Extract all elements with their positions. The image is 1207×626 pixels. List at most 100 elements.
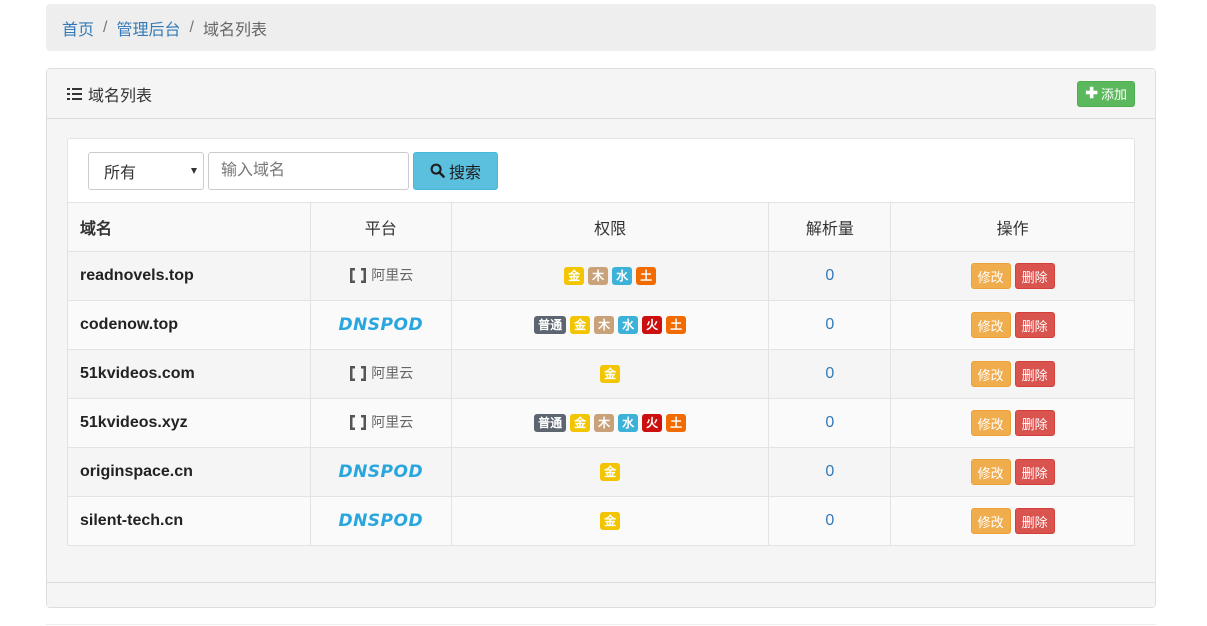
permissions-cell: 金 — [450, 496, 770, 546]
header-domain: 域名 — [67, 202, 311, 252]
permission-badge: 水 — [618, 414, 639, 432]
platform-cell: DNSPOD — [309, 496, 452, 546]
breadcrumb-separator: / — [189, 18, 194, 36]
domain-cell: silent-tech.cn — [67, 496, 311, 546]
table-row: silent-tech.cn DNSPOD 金 0 修改 删除 — [67, 496, 1135, 546]
domain-cell: 51kvideos.xyz — [67, 398, 311, 448]
delete-button[interactable]: 删除 — [1014, 263, 1055, 289]
resolve-count-cell: 0 — [768, 398, 892, 448]
actions-cell: 修改 删除 — [890, 300, 1135, 350]
dnspod-logo: DNSPOD — [338, 462, 424, 482]
row-actions: 修改 删除 — [970, 312, 1055, 338]
platform-cell: 阿里云 — [309, 398, 452, 448]
edit-button[interactable]: 修改 — [970, 361, 1011, 387]
resolve-count-cell: 0 — [768, 251, 892, 301]
edit-button[interactable]: 修改 — [970, 263, 1011, 289]
domain-list-panel: 域名列表 ✚ 添加 所有 搜索 域名 平台 权限 — [46, 68, 1156, 608]
permissions-cell: 普通金木水火土 — [450, 398, 770, 448]
permission-badges: 金 — [600, 365, 621, 383]
resolve-count: 0 — [825, 365, 835, 382]
row-actions: 修改 删除 — [970, 459, 1055, 485]
add-domain-button[interactable]: ✚ 添加 — [1077, 80, 1135, 107]
aliyun-bracket-icon — [350, 414, 367, 430]
table-row: 51kvideos.xyz 阿里云 普通金木水火土 0 修改 删除 — [67, 398, 1135, 448]
edit-button[interactable]: 修改 — [970, 459, 1011, 485]
delete-button[interactable]: 删除 — [1014, 361, 1055, 387]
breadcrumb-current: 域名列表 — [202, 21, 267, 39]
permissions-cell: 金 — [450, 447, 770, 497]
resolve-count-cell: 0 — [768, 349, 892, 399]
resolve-count: 0 — [825, 414, 835, 431]
permission-badge: 木 — [594, 316, 615, 334]
header-actions: 操作 — [890, 202, 1135, 252]
permission-badge: 金 — [600, 512, 621, 530]
table-row: codenow.top DNSPOD 普通金木水火土 0 修改 删除 — [67, 300, 1135, 350]
breadcrumb-home-link[interactable]: 首页 — [62, 16, 94, 40]
permission-badge: 金 — [600, 463, 621, 481]
permissions-cell: 金 — [450, 349, 770, 399]
plus-icon: ✚ — [1085, 85, 1098, 102]
permission-badge: 土 — [636, 267, 657, 285]
table-row: originspace.cn DNSPOD 金 0 修改 删除 — [67, 447, 1135, 497]
domain-search-input[interactable] — [208, 151, 409, 190]
header-platform: 平台 — [309, 202, 452, 252]
permission-badge: 木 — [594, 414, 615, 432]
resolve-count-cell: 0 — [768, 447, 892, 497]
table-header-row: 域名 平台 权限 解析量 操作 — [67, 202, 1135, 252]
panel-title-text: 域名列表 — [88, 87, 153, 105]
panel-body: 所有 搜索 域名 平台 权限 解析量 操作 readnovels.top — [67, 138, 1135, 546]
permission-badge: 木 — [588, 267, 609, 285]
breadcrumb-separator: / — [103, 18, 108, 36]
resolve-count: 0 — [825, 463, 835, 480]
permission-badge: 火 — [642, 316, 663, 334]
delete-button[interactable]: 删除 — [1014, 459, 1055, 485]
actions-cell: 修改 删除 — [890, 496, 1135, 546]
table-row: readnovels.top 阿里云 金木水土 0 修改 删除 — [67, 251, 1135, 301]
add-button-label: 添加 — [1100, 87, 1127, 102]
platform-name: 阿里云 — [371, 267, 414, 284]
edit-button[interactable]: 修改 — [970, 410, 1011, 436]
breadcrumb: 首页 / 管理后台 / 域名列表 — [46, 4, 1156, 51]
domain-cell: codenow.top — [67, 300, 311, 350]
permission-badge: 金 — [600, 365, 621, 383]
table-row: 51kvideos.com 阿里云 金 0 修改 删除 — [67, 349, 1135, 399]
permission-badges: 金木水土 — [564, 267, 657, 285]
delete-button[interactable]: 删除 — [1014, 410, 1055, 436]
platform-cell: 阿里云 — [309, 251, 452, 301]
permission-badge: 普通 — [534, 316, 567, 334]
row-actions: 修改 删除 — [970, 508, 1055, 534]
panel-footer — [47, 582, 1155, 607]
search-icon — [430, 163, 445, 178]
resolve-count-cell: 0 — [768, 496, 892, 546]
header-resolve-count: 解析量 — [768, 202, 892, 252]
actions-cell: 修改 删除 — [890, 251, 1135, 301]
platform-cell: DNSPOD — [309, 300, 452, 350]
platform-filter-select[interactable]: 所有 — [88, 151, 204, 190]
domain-cell: 51kvideos.com — [67, 349, 311, 399]
row-actions: 修改 删除 — [970, 263, 1055, 289]
edit-button[interactable]: 修改 — [970, 312, 1011, 338]
caret-down-icon — [191, 167, 197, 174]
breadcrumb-admin-link[interactable]: 管理后台 — [116, 16, 180, 40]
divider — [46, 624, 1156, 625]
edit-button[interactable]: 修改 — [970, 508, 1011, 534]
permissions-cell: 金木水土 — [450, 251, 770, 301]
domain-cell: originspace.cn — [67, 447, 311, 497]
permission-badge: 水 — [612, 267, 633, 285]
aliyun-logo: 阿里云 — [348, 265, 413, 285]
actions-cell: 修改 删除 — [890, 398, 1135, 448]
platform-name: 阿里云 — [371, 365, 414, 382]
header-permissions: 权限 — [450, 202, 770, 252]
platform-cell: 阿里云 — [309, 349, 452, 399]
list-icon — [67, 87, 82, 100]
domain-cell: readnovels.top — [67, 251, 311, 301]
search-button[interactable]: 搜索 — [413, 151, 498, 190]
platform-name: 阿里云 — [371, 414, 414, 431]
delete-button[interactable]: 删除 — [1014, 312, 1055, 338]
permission-badges: 普通金木水火土 — [534, 316, 687, 334]
aliyun-bracket-icon — [350, 365, 367, 381]
delete-button[interactable]: 删除 — [1014, 508, 1055, 534]
aliyun-logo: 阿里云 — [348, 412, 413, 432]
aliyun-bracket-icon — [350, 267, 367, 283]
panel-heading: 域名列表 ✚ 添加 — [47, 69, 1155, 119]
